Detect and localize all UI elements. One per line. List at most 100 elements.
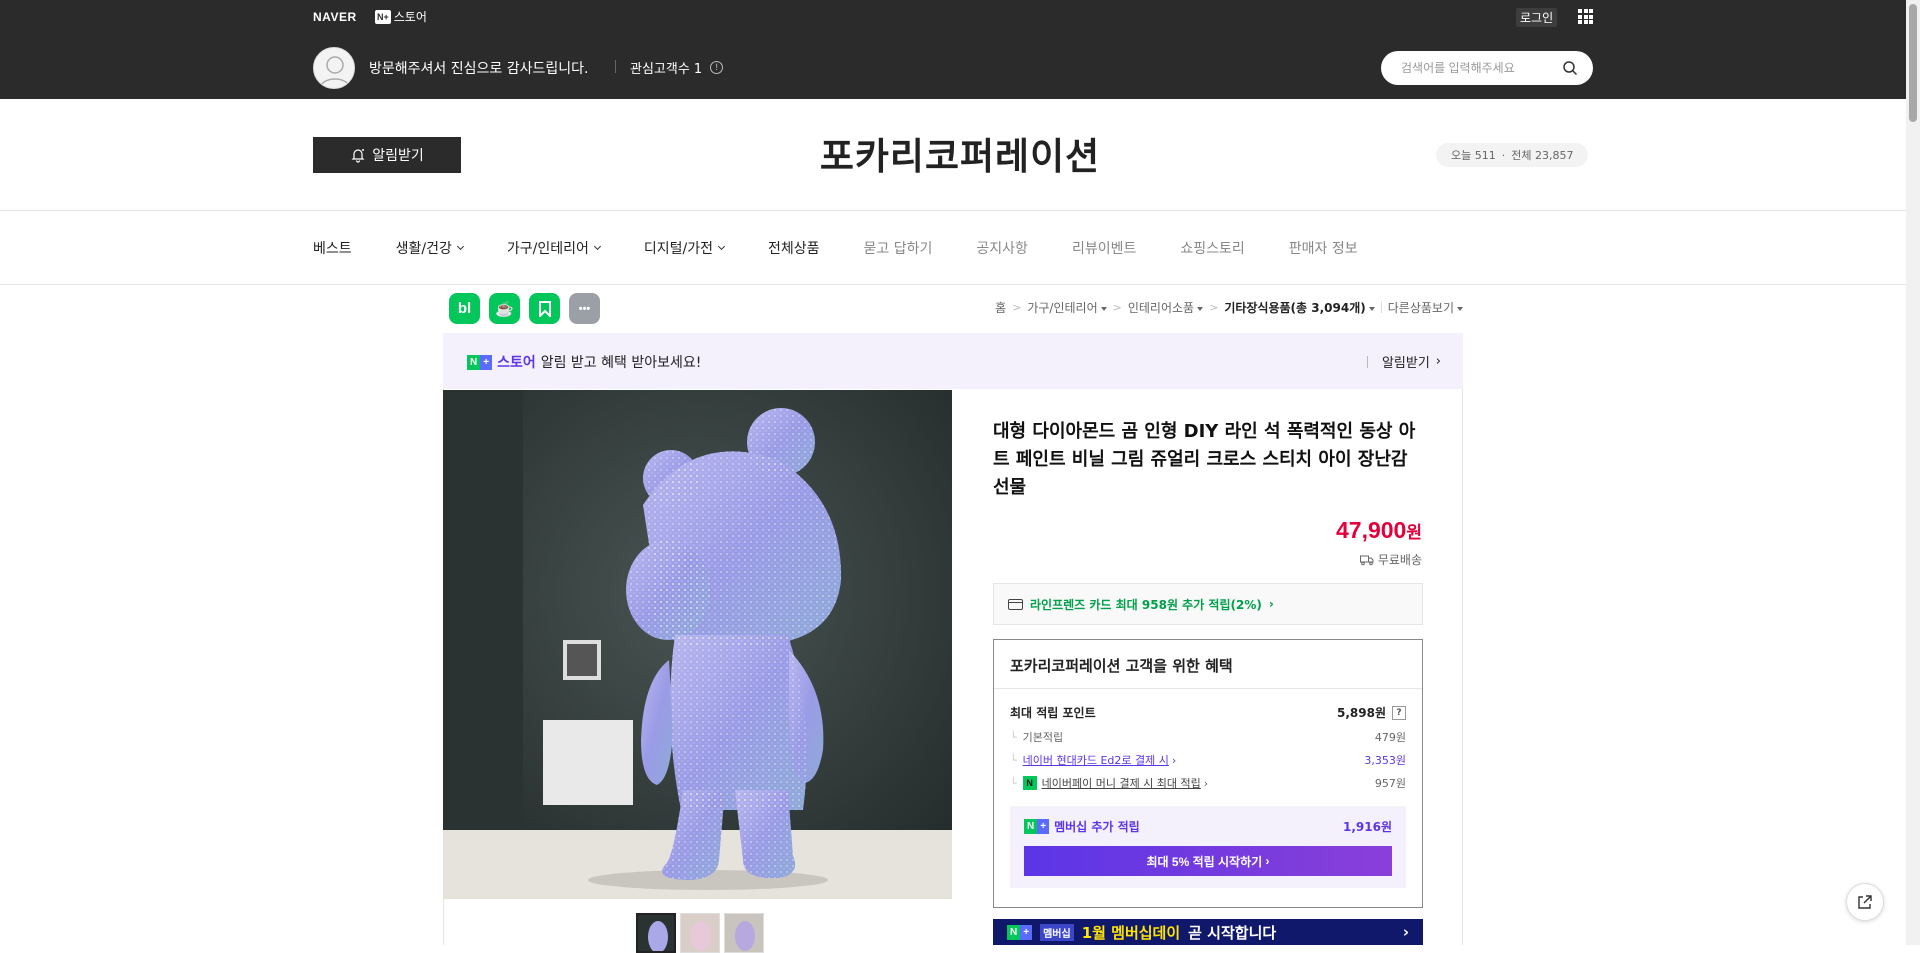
max-points-row: 최대 적립 포인트 5,898원 ? bbox=[1010, 704, 1406, 721]
product-title: 대형 다이아몬드 곰 인형 DIY 라인 석 폭력적인 동상 아트 페인트 비닐… bbox=[993, 421, 1416, 498]
visit-counter: 오늘 511 · 전체 23,857 bbox=[1436, 143, 1589, 167]
customer-benefit-box: 포카리코퍼레이션 고객을 위한 혜택 최대 적립 포인트 5,898원 ? └ … bbox=[993, 639, 1423, 908]
basic-points-label: 기본적립 bbox=[1022, 731, 1064, 744]
nav-item-0[interactable]: 베스트 bbox=[313, 238, 352, 258]
search-icon[interactable] bbox=[1562, 60, 1578, 76]
promo-action-label: 알림받기 bbox=[1381, 356, 1430, 371]
nav-item-label: 묻고 답하기 bbox=[863, 241, 933, 257]
caret-down-icon bbox=[1100, 306, 1107, 311]
naver-plus-badge: N+ bbox=[1007, 924, 1033, 940]
grid-icon[interactable] bbox=[1578, 9, 1593, 24]
nav-item-2[interactable]: 가구/인테리어 bbox=[506, 238, 601, 258]
membership-start-button[interactable]: 최대 5% 적립 시작하기 › bbox=[1024, 846, 1392, 876]
promo-message: 알림 받고 혜택 받아보세요! bbox=[540, 355, 702, 371]
login-button[interactable]: 로그인 bbox=[1516, 8, 1558, 27]
thumbnail-1[interactable] bbox=[636, 913, 676, 953]
category-nav: 베스트 생활/건강 가구/인테리어 디지털/가전 전체상품 묻고 답하기 공지사항 리뷰이벤트… bbox=[313, 238, 1402, 258]
divider bbox=[615, 60, 616, 73]
npay-points-value: 957원 bbox=[1374, 777, 1406, 790]
promo-notify-link[interactable]: 알림받기 › bbox=[1366, 352, 1441, 371]
naver-logo[interactable]: NAVER bbox=[313, 10, 357, 24]
blog-share-icon[interactable]: bl bbox=[449, 293, 480, 324]
chevron-down-icon bbox=[456, 242, 464, 250]
nav-item-label: 디지털/가전 bbox=[643, 241, 714, 257]
nav-item-1[interactable]: 생활/건강 bbox=[395, 238, 464, 258]
npay-points-row: └ N 네이버페이 머니 결제 시 최대 적립 › 957원 bbox=[1010, 775, 1406, 791]
share-icon[interactable] bbox=[1846, 883, 1884, 921]
nav-item-5[interactable]: 묻고 답하기 bbox=[864, 238, 933, 258]
breadcrumb-current[interactable]: 기타장식용품(총 3,094개) bbox=[1224, 299, 1375, 316]
membership-label: 멤버십 추가 적립 bbox=[1054, 820, 1140, 834]
help-icon[interactable]: ? bbox=[1392, 705, 1406, 720]
npay-icon: N bbox=[1022, 776, 1037, 790]
scrollbar-thumb[interactable] bbox=[1909, 4, 1917, 122]
nav-item-3[interactable]: 디지털/가전 bbox=[643, 238, 726, 258]
visit-today: 오늘 511 bbox=[1451, 149, 1496, 162]
breadcrumb-cat2[interactable]: 인테리어소품 bbox=[1128, 299, 1204, 316]
breadcrumb: 홈 > 가구/인테리어 > 인테리어소품 > 기타장식용품(총 3,094개) … bbox=[995, 299, 1463, 316]
nav-item-4[interactable]: 전체상품 bbox=[768, 238, 820, 258]
shipping-label: 무료배송 bbox=[1377, 553, 1422, 567]
nav-item-7[interactable]: 리뷰이벤트 bbox=[1072, 238, 1136, 258]
info-icon[interactable]: ! bbox=[710, 61, 724, 74]
basic-points-row: └ 기본적립 479원 bbox=[1010, 730, 1406, 745]
price-unit: 원 bbox=[1406, 523, 1422, 542]
npay-money-link[interactable]: 네이버페이 머니 결제 시 최대 적립 bbox=[1042, 775, 1201, 791]
product-price: 47,900원 bbox=[1336, 517, 1422, 544]
chevron-right-icon: › bbox=[1435, 354, 1441, 369]
avatar bbox=[313, 47, 355, 89]
page-scrollbar[interactable] bbox=[1906, 0, 1920, 945]
chevron-right-icon: › bbox=[1402, 923, 1409, 941]
membership-day-banner[interactable]: N + 멤버십 1월 멤버십데이 곧 시작합니다 › bbox=[993, 919, 1423, 945]
nav-item-label: 베스트 bbox=[313, 241, 352, 257]
truck-icon bbox=[1359, 555, 1374, 565]
banner-suffix: 곧 시작합니다 bbox=[1188, 923, 1277, 942]
banner-badge: 멤버십 bbox=[1040, 923, 1074, 941]
nav-item-label: 전체상품 bbox=[768, 241, 820, 257]
other-products-link[interactable]: 다른상품보기 bbox=[1388, 299, 1463, 316]
share-button-glyph: bl bbox=[457, 300, 472, 317]
more-share-icon[interactable]: ••• bbox=[569, 293, 600, 324]
naver-plus-badge: N+ bbox=[467, 354, 493, 370]
cafe-share-icon[interactable]: ☕ bbox=[489, 293, 520, 324]
card-benefit-link[interactable]: 라인프렌즈 카드 최대 958원 추가 적립(2%) › bbox=[993, 583, 1423, 625]
thumbnail-strip bbox=[636, 913, 764, 953]
nav-item-8[interactable]: 쇼핑스토리 bbox=[1180, 238, 1244, 258]
bookmark-share-icon[interactable] bbox=[529, 293, 560, 324]
hyundai-card-link[interactable]: 네이버 현대카드 Ed2로 결제 시 bbox=[1023, 752, 1169, 768]
global-header: NAVER N+ 스토어 로그인 방문해주셔서 진심으로 감사드립니다. 관심고… bbox=[0, 0, 1920, 99]
nav-item-label: 가구/인테리어 bbox=[506, 241, 589, 257]
divider bbox=[0, 210, 1920, 211]
store-name[interactable]: 포카리코퍼레이션 bbox=[0, 126, 1920, 180]
membership-button-label: 최대 5% 적립 시작하기 bbox=[1146, 854, 1263, 869]
breadcrumb-cat1[interactable]: 가구/인테리어 bbox=[1027, 299, 1107, 316]
notify-promo-bar: N + 스토어 알림 받고 혜택 받아보세요! 알림받기 › bbox=[443, 333, 1463, 389]
nav-item-9[interactable]: 판매자 정보 bbox=[1289, 238, 1358, 258]
visit-total: 전체 23,857 bbox=[1511, 149, 1574, 162]
store-logo-label: 스토어 bbox=[393, 10, 427, 24]
interest-count: 관심고객수 1 ! bbox=[630, 58, 724, 77]
chevron-right-icon: › bbox=[1203, 776, 1209, 790]
caret-down-icon bbox=[1457, 306, 1463, 311]
greeting-text: 방문해주셔서 진심으로 감사드립니다. bbox=[369, 61, 589, 77]
divider bbox=[0, 284, 1920, 285]
nav-item-6[interactable]: 공지사항 bbox=[976, 238, 1028, 258]
chevron-down-icon bbox=[717, 242, 726, 250]
benefit-heading: 포카리코퍼레이션 고객을 위한 혜택 bbox=[1010, 657, 1233, 675]
card-points-value: 3,353원 bbox=[1364, 754, 1406, 767]
naver-plus-badge: N+ bbox=[375, 9, 391, 24]
naver-plus-store-logo[interactable]: N+ 스토어 bbox=[375, 8, 427, 25]
price-value: 47,900 bbox=[1336, 517, 1407, 543]
card-points-row: └ 네이버 현대카드 Ed2로 결제 시 › 3,353원 bbox=[1010, 752, 1406, 768]
chevron-right-icon: › bbox=[1268, 597, 1274, 611]
thumbnail-3[interactable] bbox=[724, 913, 764, 953]
thumbnail-2[interactable] bbox=[680, 913, 720, 953]
dot-separator: · bbox=[1501, 148, 1506, 162]
nav-item-label: 생활/건강 bbox=[395, 241, 452, 257]
nav-item-label: 리뷰이벤트 bbox=[1071, 241, 1137, 257]
basic-points-value: 479원 bbox=[1374, 731, 1406, 744]
membership-value: 1,916원 bbox=[1343, 820, 1392, 834]
product-image[interactable] bbox=[443, 390, 952, 899]
breadcrumb-home[interactable]: 홈 bbox=[995, 299, 1006, 316]
chevron-down-icon bbox=[593, 242, 601, 250]
